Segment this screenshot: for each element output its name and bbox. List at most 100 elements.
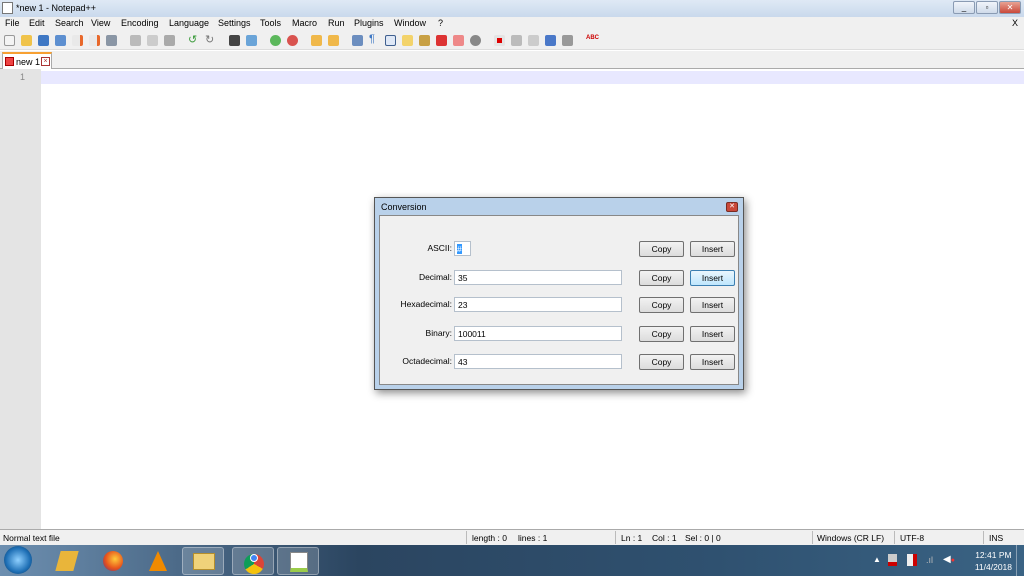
function-list-icon[interactable] — [436, 35, 447, 46]
redo-icon[interactable]: ↻ — [205, 33, 216, 46]
menu-run[interactable]: Run — [328, 18, 345, 28]
menu-search[interactable]: Search — [55, 18, 84, 28]
status-line: Ln : 1 — [621, 533, 643, 543]
print-icon[interactable] — [106, 35, 117, 46]
menu-view[interactable]: View — [91, 18, 110, 28]
record-macro-icon[interactable] — [494, 35, 505, 46]
action-center-icon[interactable] — [907, 554, 917, 566]
volume-muted-icon[interactable]: ◀● — [943, 554, 955, 565]
spell-check-icon[interactable]: ABC — [586, 35, 599, 46]
menu-encoding[interactable]: Encoding — [121, 18, 159, 28]
paste-icon[interactable] — [164, 35, 175, 46]
new-file-icon[interactable] — [4, 35, 15, 46]
clock-time: 12:41 PM — [975, 550, 1012, 560]
hexadecimal-insert-button[interactable]: Insert — [690, 297, 735, 313]
menu-tools[interactable]: Tools — [260, 18, 281, 28]
stop-recording-icon[interactable] — [511, 35, 522, 46]
toolbar: ↺ ↻ ¶ ABC — [0, 31, 1024, 50]
dialog-body: ASCII: # Copy Insert Decimal: 35 Copy In… — [379, 215, 739, 385]
replace-icon[interactable] — [246, 35, 257, 46]
ascii-insert-button[interactable]: Insert — [690, 241, 735, 257]
sync-horizontal-icon[interactable] — [328, 35, 339, 46]
status-bar: Normal text file length : 0 lines : 1 Ln… — [0, 529, 1024, 545]
copy-icon[interactable] — [147, 35, 158, 46]
play-macro-icon[interactable] — [528, 35, 539, 46]
decimal-input[interactable]: 35 — [454, 270, 622, 285]
status-separator — [812, 531, 813, 544]
status-separator — [983, 531, 984, 544]
show-desktop-button[interactable] — [1016, 545, 1024, 576]
taskbar-winamp-icon[interactable] — [46, 547, 88, 575]
taskbar-vlc-icon[interactable] — [137, 547, 179, 575]
octadecimal-insert-button[interactable]: Insert — [690, 354, 735, 370]
clock[interactable]: 12:41 PM 11/4/2018 — [975, 549, 1012, 573]
octadecimal-input[interactable]: 43 — [454, 354, 622, 369]
power-tray-icon[interactable] — [888, 554, 897, 566]
show-all-characters-icon[interactable]: ¶ — [369, 33, 380, 45]
octadecimal-copy-button[interactable]: Copy — [639, 354, 684, 370]
network-icon[interactable]: .ıl — [926, 555, 933, 565]
menu-edit[interactable]: Edit — [29, 18, 45, 28]
run-macro-multiple-icon[interactable] — [545, 35, 556, 46]
taskbar: ▲ .ıl ◀● 12:41 PM 11/4/2018 — [0, 545, 1024, 576]
ascii-input[interactable]: # — [454, 241, 471, 256]
save-icon[interactable] — [38, 35, 49, 46]
tab-new-1[interactable]: new 1 × — [2, 52, 52, 69]
taskbar-notepadpp-icon[interactable] — [277, 547, 319, 575]
binary-insert-button[interactable]: Insert — [690, 326, 735, 342]
menu-file[interactable]: File — [5, 18, 20, 28]
save-macro-icon[interactable] — [562, 35, 573, 46]
zoom-in-icon[interactable] — [270, 35, 281, 46]
minimize-button[interactable]: _ — [953, 1, 975, 14]
binary-label: Binary: — [425, 328, 452, 338]
hexadecimal-input[interactable]: 23 — [454, 297, 622, 312]
status-selection: Sel : 0 | 0 — [685, 533, 721, 543]
open-file-icon[interactable] — [21, 35, 32, 46]
taskbar-explorer-icon[interactable] — [182, 547, 224, 575]
menu-help[interactable]: ? — [438, 18, 443, 28]
undo-icon[interactable]: ↺ — [188, 33, 199, 46]
status-separator — [894, 531, 895, 544]
decimal-copy-button[interactable]: Copy — [639, 270, 684, 286]
ascii-value: # — [457, 244, 462, 254]
status-insert-mode: INS — [989, 533, 1004, 543]
menu-window[interactable]: Window — [394, 18, 426, 28]
close-all-icon[interactable] — [89, 35, 100, 46]
monitoring-icon[interactable] — [470, 35, 481, 46]
status-eol: Windows (CR LF) — [817, 533, 885, 543]
close-button[interactable]: ✕ — [999, 1, 1021, 14]
ascii-copy-button[interactable]: Copy — [639, 241, 684, 257]
word-wrap-icon[interactable] — [352, 35, 363, 46]
user-language-icon[interactable] — [402, 35, 413, 46]
taskbar-firefox-icon[interactable] — [92, 547, 134, 575]
maximize-button[interactable]: ▫ — [976, 1, 998, 14]
menu-language[interactable]: Language — [169, 18, 209, 28]
folder-workspace-icon[interactable] — [453, 35, 464, 46]
find-icon[interactable] — [229, 35, 240, 46]
dialog-title: Conversion — [381, 202, 427, 212]
menu-macro[interactable]: Macro — [292, 18, 317, 28]
menu-plugins[interactable]: Plugins — [354, 18, 384, 28]
close-document-button[interactable]: X — [1012, 18, 1018, 28]
close-file-icon[interactable] — [72, 35, 83, 46]
menu-settings[interactable]: Settings — [218, 18, 251, 28]
cut-icon[interactable] — [130, 35, 141, 46]
dialog-close-button[interactable]: ✕ — [726, 202, 738, 212]
start-button[interactable] — [4, 546, 32, 574]
taskbar-chrome-icon[interactable] — [232, 547, 274, 575]
tab-close-icon[interactable]: × — [41, 57, 50, 66]
binary-copy-button[interactable]: Copy — [639, 326, 684, 342]
show-hidden-icons-button[interactable]: ▲ — [873, 555, 881, 564]
status-separator — [466, 531, 467, 544]
decimal-insert-button[interactable]: Insert — [690, 270, 735, 286]
document-map-icon[interactable] — [419, 35, 430, 46]
clock-date: 11/4/2018 — [974, 562, 1012, 572]
tab-label: new 1 — [16, 57, 41, 67]
zoom-out-icon[interactable] — [287, 35, 298, 46]
indent-guide-icon[interactable] — [385, 35, 396, 46]
sync-vertical-icon[interactable] — [311, 35, 322, 46]
save-all-icon[interactable] — [55, 35, 66, 46]
hexadecimal-copy-button[interactable]: Copy — [639, 297, 684, 313]
status-separator — [615, 531, 616, 544]
binary-input[interactable]: 100011 — [454, 326, 622, 341]
